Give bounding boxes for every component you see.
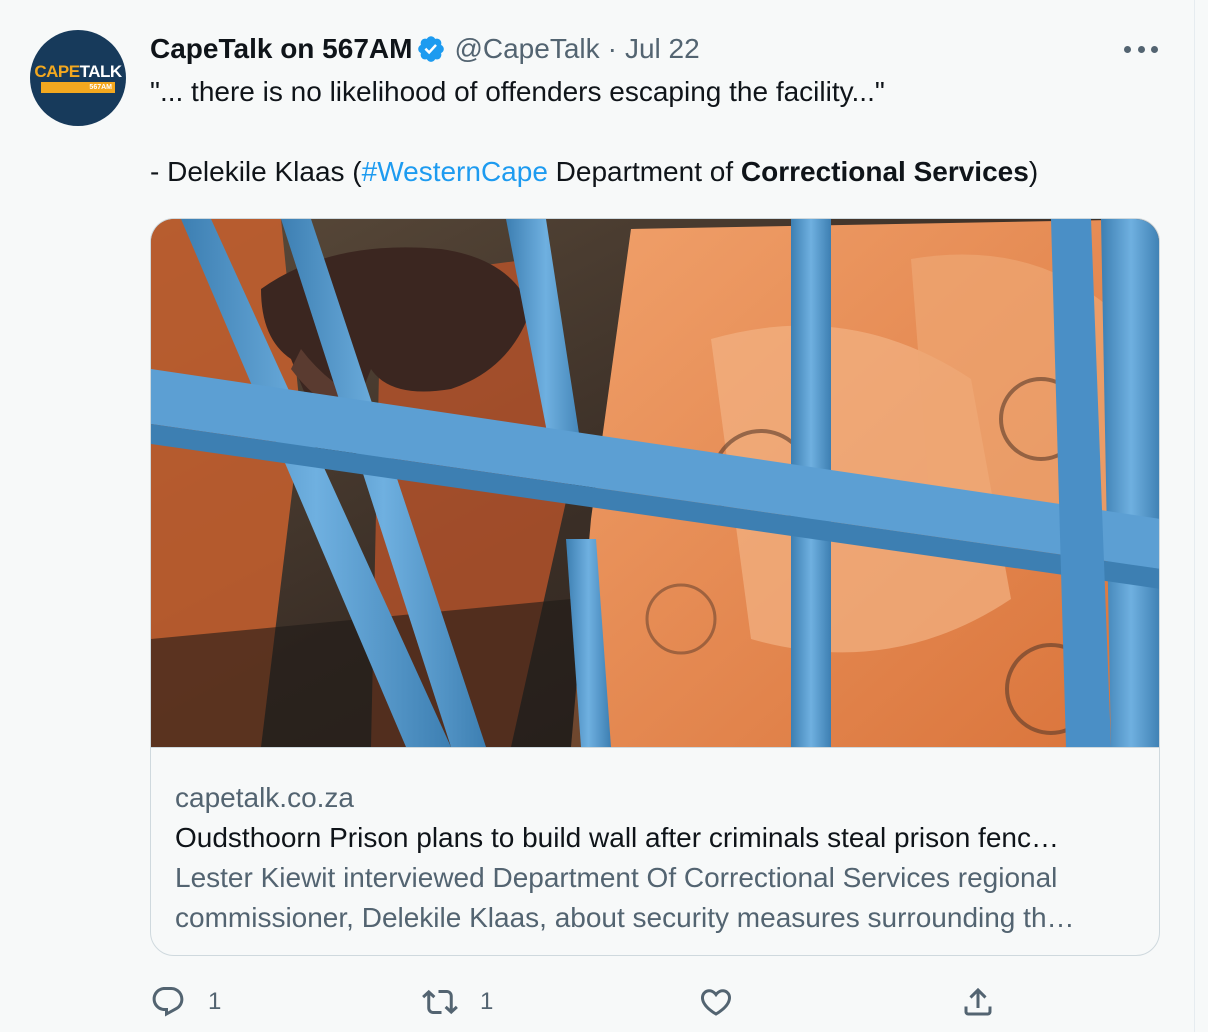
reply-button[interactable]: 1	[150, 982, 221, 1022]
like-button[interactable]	[698, 982, 734, 1022]
reply-count: 1	[208, 988, 222, 1015]
heart-icon	[700, 989, 732, 1016]
logo-cape-text: CAPE	[34, 62, 80, 81]
text-prefix: - Delekile Klaas (	[150, 156, 362, 187]
tweet-header: CapeTalk on 567AM @CapeTalk · Jul 22	[150, 30, 700, 68]
text-bold: Correctional Services	[740, 156, 1029, 187]
tweet-text-line2: - Delekile Klaas (#WesternCape Departmen…	[150, 152, 1160, 192]
text-middle: Department of	[547, 156, 741, 187]
share-button[interactable]	[960, 982, 996, 1022]
verified-badge-icon	[418, 36, 445, 62]
link-card-domain: capetalk.co.za	[175, 782, 354, 813]
prison-bars-photo[interactable]	[151, 219, 1160, 748]
separator-dot: ·	[607, 33, 617, 64]
more-dot	[1151, 45, 1158, 53]
retweet-icon	[422, 989, 458, 1015]
retweet-count: 1	[480, 988, 494, 1015]
logo-talk-text: TALK	[79, 62, 123, 81]
logo-frequency-text: 567AM	[89, 84, 112, 91]
tweet-container[interactable]: CAPETALK 567AM CapeTalk on 567AM @CapeTa…	[0, 0, 1195, 1032]
link-card-body[interactable]: capetalk.co.za Oudsthoorn Prison plans t…	[151, 748, 1159, 938]
logo-frequency-bar: 567AM	[41, 82, 115, 93]
tweet-actions: 1 1	[150, 982, 1160, 1022]
display-name[interactable]: CapeTalk on 567AM	[150, 33, 412, 65]
handle[interactable]: @CapeTalk	[454, 33, 599, 65]
more-dot	[1137, 45, 1145, 53]
more-options-icon[interactable]	[1124, 34, 1158, 64]
capetalk-logo: CAPETALK	[34, 62, 123, 81]
hashtag-link[interactable]: #WesternCape	[362, 156, 548, 187]
link-card-title: Oudsthoorn Prison plans to build wall af…	[175, 822, 1059, 853]
reply-icon	[152, 987, 184, 1017]
link-card[interactable]: capetalk.co.za Oudsthoorn Prison plans t…	[150, 218, 1160, 956]
text-suffix: )	[1028, 156, 1039, 187]
retweet-button[interactable]: 1	[422, 982, 493, 1022]
tweet-text-line1: "... there is no likelihood of offenders…	[150, 76, 885, 107]
tweet-date[interactable]: Jul 22	[625, 33, 700, 65]
share-icon	[964, 987, 992, 1016]
avatar[interactable]: CAPETALK 567AM	[30, 30, 126, 126]
more-dot	[1124, 45, 1131, 53]
link-card-description: Lester Kiewit interviewed Department Of …	[175, 862, 1075, 933]
tweet-text: "... there is no likelihood of offenders…	[150, 72, 1160, 192]
